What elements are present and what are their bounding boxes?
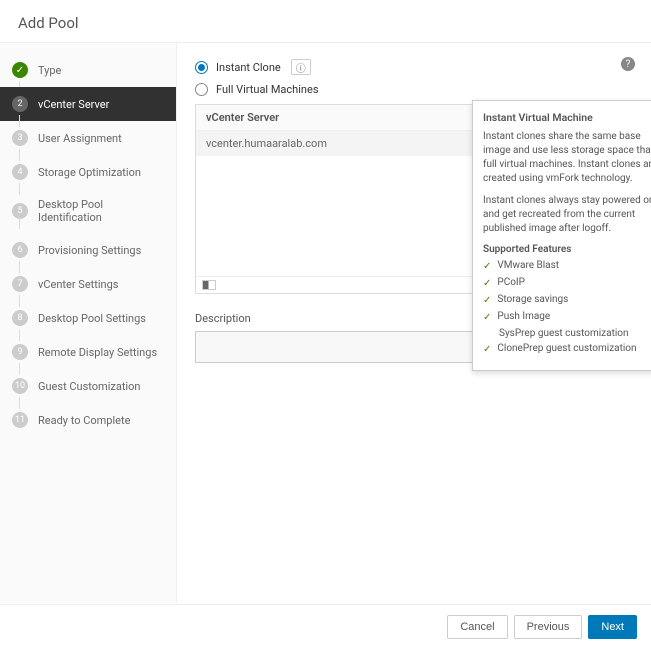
info-icon[interactable]: ⓘ: [291, 59, 311, 75]
step-num-icon: 6: [12, 242, 28, 258]
step-num-icon: 9: [12, 344, 28, 360]
info-tooltip: × Instant Virtual Machine Instant clones…: [472, 100, 651, 371]
step-desktop-pool-identification[interactable]: 5 Desktop Pool Identification: [0, 189, 176, 233]
tooltip-text: Instant clones always stay powered on an…: [483, 194, 651, 236]
step-desktop-pool-settings[interactable]: 8 Desktop Pool Settings: [0, 301, 176, 335]
step-num-icon: 3: [12, 130, 28, 146]
wizard-sidebar: ✓ Type 2 vCenter Server 3 User Assignmen…: [0, 43, 177, 603]
radio-label: Instant Clone: [216, 61, 281, 74]
feature-item: ✓ClonePrep guest customization: [483, 343, 651, 356]
step-guest-customization[interactable]: 10 Guest Customization: [0, 369, 176, 403]
check-icon: ✓: [483, 260, 491, 273]
step-num-icon: 10: [12, 378, 28, 394]
check-icon: ✓: [483, 277, 491, 290]
step-label: vCenter Settings: [38, 278, 118, 291]
check-icon: ✓: [483, 294, 491, 307]
step-label: Ready to Complete: [38, 414, 130, 427]
feature-sub-item: SysPrep guest customization: [499, 328, 651, 339]
step-label: Guest Customization: [38, 380, 140, 393]
feature-item: ✓VMware Blast: [483, 260, 651, 273]
step-label: Provisioning Settings: [38, 244, 141, 257]
step-remote-display-settings[interactable]: 9 Remote Display Settings: [0, 335, 176, 369]
description-textarea[interactable]: [195, 331, 490, 363]
cancel-button[interactable]: Cancel: [447, 615, 507, 639]
step-label: Remote Display Settings: [38, 346, 157, 359]
column-toggle-icon[interactable]: [202, 280, 216, 290]
step-label: Desktop Pool Identification: [38, 198, 164, 224]
step-user-assignment[interactable]: 3 User Assignment: [0, 121, 176, 155]
tooltip-features-title: Supported Features: [483, 244, 651, 255]
check-icon: ✓: [483, 343, 491, 356]
radio-full-vm[interactable]: Full Virtual Machines: [195, 83, 633, 96]
radio-label: Full Virtual Machines: [216, 83, 319, 96]
tooltip-title: Instant Virtual Machine: [483, 111, 651, 124]
step-label: User Assignment: [38, 132, 122, 145]
step-label: Storage Optimization: [38, 166, 141, 179]
next-button[interactable]: Next: [588, 615, 637, 639]
radio-instant-clone[interactable]: Instant Clone ⓘ: [195, 59, 633, 75]
step-num-icon: 2: [12, 96, 28, 112]
feature-item: ✓Storage savings: [483, 294, 651, 307]
check-icon: ✓: [483, 311, 491, 324]
radio-icon[interactable]: [195, 83, 208, 96]
tooltip-text: Instant clones share the same base image…: [483, 130, 651, 186]
step-ready-to-complete[interactable]: 11 Ready to Complete: [0, 403, 176, 437]
step-num-icon: 8: [12, 310, 28, 326]
step-label: vCenter Server: [38, 98, 109, 111]
step-vcenter-server[interactable]: 2 vCenter Server: [0, 87, 176, 121]
step-provisioning-settings[interactable]: 6 Provisioning Settings: [0, 233, 176, 267]
step-type[interactable]: ✓ Type: [0, 53, 176, 87]
step-label: Type: [38, 64, 61, 77]
step-num-icon: 4: [12, 164, 28, 180]
wizard-footer: Cancel Previous Next: [0, 604, 651, 649]
feature-item: ✓PCoIP: [483, 277, 651, 290]
step-label: Desktop Pool Settings: [38, 312, 146, 325]
page-title: Add Pool: [0, 0, 651, 43]
feature-item: ✓Push Image: [483, 311, 651, 324]
step-vcenter-settings[interactable]: 7 vCenter Settings: [0, 267, 176, 301]
radio-icon[interactable]: [195, 61, 208, 74]
main-panel: ? Instant Clone ⓘ Full Virtual Machines …: [177, 43, 651, 603]
help-icon[interactable]: ?: [621, 57, 635, 71]
step-storage-optimization[interactable]: 4 Storage Optimization: [0, 155, 176, 189]
step-num-icon: 11: [12, 412, 28, 428]
previous-button[interactable]: Previous: [514, 615, 583, 639]
step-num-icon: 5: [12, 203, 28, 219]
step-num-icon: 7: [12, 276, 28, 292]
check-icon: ✓: [12, 62, 28, 78]
